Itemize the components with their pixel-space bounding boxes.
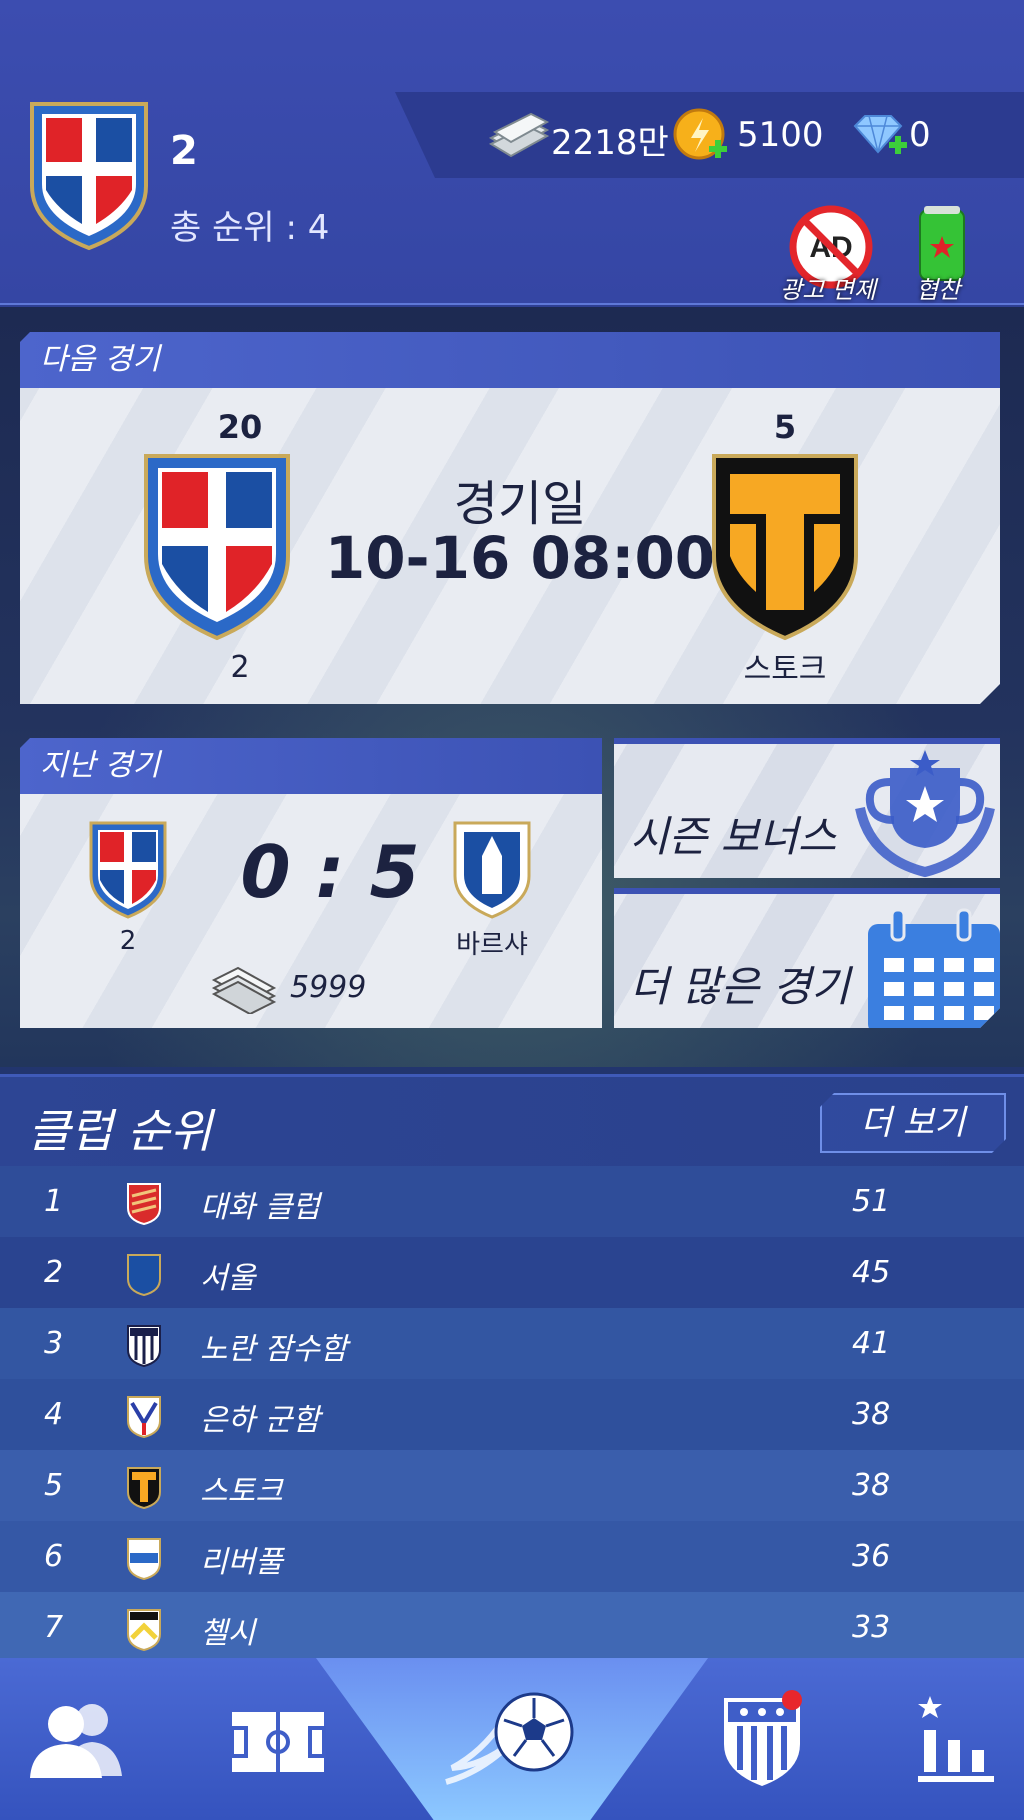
tactics-field-icon xyxy=(230,1712,326,1772)
crest-icon xyxy=(127,1609,161,1652)
row-points: 45 xyxy=(852,1255,891,1290)
cash-amount: 2218만 xyxy=(551,123,669,163)
gem-amount: 0 xyxy=(909,115,931,155)
coin-add-icon[interactable] xyxy=(673,108,729,164)
calendar-icon xyxy=(862,908,1000,1028)
ad-free-label[interactable]: 광고 면제 xyxy=(780,270,876,305)
players-icon xyxy=(30,1704,122,1778)
season-bonus-label: 시즌 보너스 xyxy=(630,812,837,861)
standings-title: 클럽 순위 xyxy=(28,1104,212,1158)
more-matches-button[interactable]: 더 많은 경기 xyxy=(614,888,1000,1028)
row-points: 38 xyxy=(852,1468,891,1503)
standings-row[interactable]: 7 첼시 33 xyxy=(0,1592,1024,1663)
row-club-name: 노란 잠수함 xyxy=(200,1332,348,1367)
season-bonus-button[interactable]: 시즌 보너스 xyxy=(614,738,1000,878)
standings-row[interactable]: 1 대화 클럽 51 xyxy=(0,1166,1024,1237)
away-team-crest-icon xyxy=(710,452,860,642)
currency-bar: 2218만 5100 0 xyxy=(395,92,1024,178)
row-club-name: 서울 xyxy=(200,1261,256,1296)
cash-reward-icon xyxy=(211,966,277,1014)
crest-icon xyxy=(127,1183,161,1226)
home-team-rank: 20 xyxy=(217,408,263,446)
nav-match[interactable] xyxy=(316,1658,708,1820)
row-points: 36 xyxy=(852,1539,891,1574)
last-away-crest-icon xyxy=(453,821,531,919)
crest-icon xyxy=(127,1396,161,1439)
standings-row[interactable]: 4 은하 군함 38 xyxy=(0,1379,1024,1450)
club-name: 2 xyxy=(170,128,198,174)
crest-icon xyxy=(127,1467,161,1510)
standings-header: 클럽 순위 더 보기 xyxy=(0,1074,1024,1166)
crest-icon xyxy=(127,1538,161,1581)
standings-row[interactable]: 3 노란 잠수함 41 xyxy=(0,1308,1024,1379)
home-team-name: 2 xyxy=(230,650,250,685)
last-match-card[interactable]: 2 0 : 5 바르샤 5999 xyxy=(20,794,602,1028)
away-team-rank: 5 xyxy=(773,408,797,446)
row-points: 41 xyxy=(852,1326,891,1361)
row-rank: 7 xyxy=(44,1610,64,1645)
row-rank: 4 xyxy=(44,1397,64,1432)
standings-list: 1 대화 클럽 51 2 서울 45 3 노란 잠수함 41 4 은하 군함 3… xyxy=(0,1166,1024,1663)
nav-players[interactable] xyxy=(0,1658,240,1820)
crest-icon xyxy=(127,1254,161,1297)
row-rank: 3 xyxy=(44,1326,64,1361)
next-match-card[interactable]: 20 2 경기일 10-16 08:00 5 스토크 xyxy=(20,388,1000,704)
trophy-icon xyxy=(855,750,995,878)
match-ball-icon xyxy=(445,1692,574,1785)
last-home-crest-icon xyxy=(89,821,167,919)
row-points: 38 xyxy=(852,1397,891,1432)
standings-row[interactable]: 2 서울 45 xyxy=(0,1237,1024,1308)
last-away-name: 바르샤 xyxy=(456,930,528,960)
last-match-title: 지난 경기 xyxy=(20,738,602,794)
home-team-crest-icon xyxy=(142,452,292,642)
row-rank: 5 xyxy=(44,1468,64,1503)
club-crest-icon[interactable] xyxy=(28,100,150,252)
overall-rank: 총 순위 : 4 xyxy=(170,208,330,248)
crest-icon xyxy=(127,1325,161,1368)
row-rank: 6 xyxy=(44,1539,64,1574)
last-home-name: 2 xyxy=(119,926,137,956)
row-rank: 1 xyxy=(44,1184,64,1219)
match-datetime: 10-16 08:00 xyxy=(324,524,716,592)
top-header: 2 총 순위 : 4 2218만 5100 0 AD 광고 면제 xyxy=(0,0,1024,305)
row-club-name: 대화 클럽 xyxy=(200,1190,320,1225)
nav-tactics[interactable] xyxy=(210,1658,350,1820)
bottom-navigation xyxy=(0,1658,1024,1820)
cash-reward-amount: 5999 xyxy=(290,970,367,1005)
last-match-score: 0 : 5 xyxy=(240,830,420,914)
standings-row[interactable]: 6 리버풀 36 xyxy=(0,1521,1024,1592)
standings-more-button[interactable]: 더 보기 xyxy=(820,1093,1006,1153)
nav-rankings[interactable] xyxy=(884,1658,1024,1820)
row-club-name: 스토크 xyxy=(200,1474,283,1509)
gem-add-icon[interactable] xyxy=(851,112,909,158)
next-match-title: 다음 경기 xyxy=(20,332,1000,388)
row-club-name: 첼시 xyxy=(200,1616,256,1651)
nav-club[interactable] xyxy=(700,1658,830,1820)
row-points: 51 xyxy=(852,1184,891,1219)
away-team-name: 스토크 xyxy=(743,652,827,687)
more-matches-label: 더 많은 경기 xyxy=(630,962,850,1011)
standings-row[interactable]: 5 스토크 38 xyxy=(0,1450,1024,1521)
rankings-icon xyxy=(918,1696,994,1782)
row-club-name: 은하 군함 xyxy=(200,1403,320,1438)
row-rank: 2 xyxy=(44,1255,64,1290)
club-badge-icon xyxy=(724,1690,802,1786)
row-club-name: 리버풀 xyxy=(200,1545,283,1580)
row-points: 33 xyxy=(852,1610,891,1645)
coin-amount: 5100 xyxy=(737,115,824,155)
cash-stack-icon xyxy=(488,112,550,158)
sponsor-label[interactable]: 협찬 xyxy=(916,270,960,305)
